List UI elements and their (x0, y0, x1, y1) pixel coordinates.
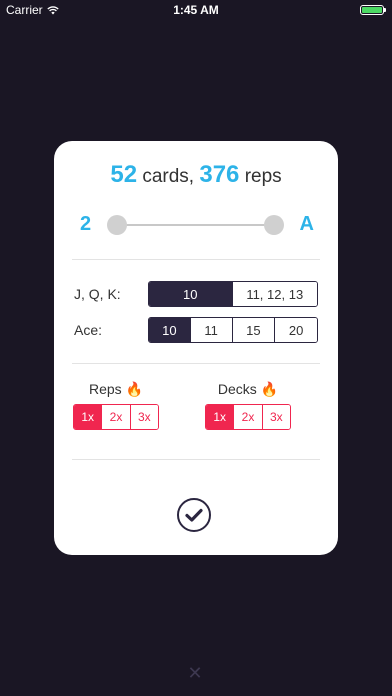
settings-card: 52 cards, 376 reps 2 A J, Q, K: 10 11, 1… (54, 141, 338, 555)
reps-word: reps (244, 166, 282, 187)
fire-icon: 🔥 (125, 381, 143, 397)
reps-selector: 1x 2x 3x (73, 404, 159, 430)
reps-label: Reps (88, 381, 122, 397)
decks-option-1x[interactable]: 1x (206, 405, 234, 429)
ace-option-15[interactable]: 15 (231, 318, 275, 342)
divider (72, 459, 320, 460)
card-range-slider: 2 A (80, 213, 314, 237)
battery-icon (360, 5, 386, 15)
ace-option-20[interactable]: 20 (274, 318, 317, 342)
decks-selector: 1x 2x 3x (205, 404, 291, 430)
face-option-10[interactable]: 10 (149, 282, 232, 306)
range-min-label: 2 (80, 213, 92, 235)
face-cards-selector: 10 11, 12, 13 (148, 281, 318, 307)
decks-header: Decks 🔥 (205, 381, 291, 398)
fire-icon: 🔥 (260, 381, 279, 397)
ace-selector: 10 11 15 20 (148, 317, 318, 343)
reps-option-2x[interactable]: 2x (101, 405, 130, 429)
reps-option-1x[interactable]: 1x (74, 405, 102, 429)
face-cards-label: J, Q, K: (74, 286, 121, 302)
clock: 1:45 AM (173, 3, 219, 17)
status-bar: Carrier 1:45 AM (0, 0, 392, 20)
face-option-11-12-13[interactable]: 11, 12, 13 (231, 282, 317, 306)
cards-word: cards, (142, 166, 195, 187)
checkmark-icon (185, 508, 203, 522)
cards-count: 52 (110, 161, 138, 188)
reps-count: 376 (199, 161, 240, 188)
range-max-label: A (299, 213, 314, 235)
face-cards-row: J, Q, K: 10 11, 12, 13 (74, 281, 318, 307)
decks-option-3x[interactable]: 3x (261, 405, 290, 429)
divider (72, 259, 320, 260)
divider (72, 363, 320, 364)
ace-option-11[interactable]: 11 (189, 318, 232, 342)
ace-label: Ace: (74, 322, 103, 338)
decks-multiplier: Decks 🔥 1x 2x 3x (205, 381, 291, 430)
close-icon[interactable]: ✕ (186, 664, 204, 682)
reps-option-3x[interactable]: 3x (129, 405, 158, 429)
reps-header: Reps 🔥 (73, 381, 159, 398)
ace-row: Ace: 10 11 15 20 (74, 317, 318, 343)
confirm-button[interactable] (177, 498, 211, 532)
ace-option-10[interactable]: 10 (149, 318, 190, 342)
slider-max-handle[interactable] (264, 215, 284, 235)
reps-multiplier: Reps 🔥 1x 2x 3x (73, 381, 159, 430)
decks-option-2x[interactable]: 2x (233, 405, 262, 429)
decks-label: Decks (217, 381, 257, 397)
battery-fill (362, 7, 382, 13)
slider-min-handle[interactable] (107, 215, 127, 235)
summary-headline: 52 cards, 376 reps (54, 161, 338, 189)
slider-track[interactable] (116, 224, 274, 226)
